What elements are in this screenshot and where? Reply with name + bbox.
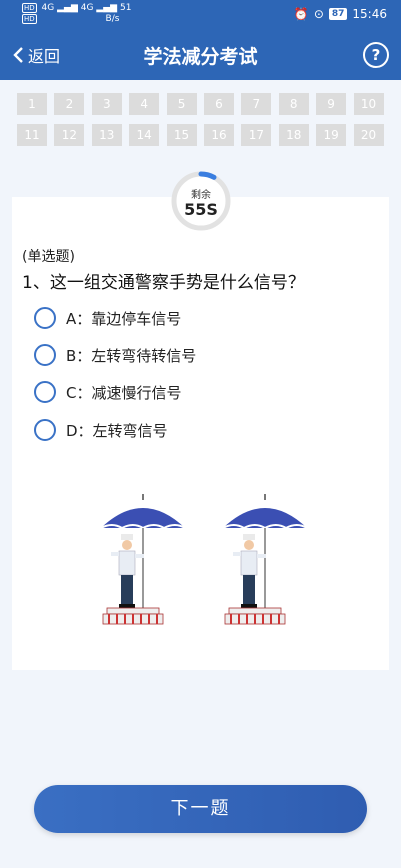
- question-number-19[interactable]: 19: [316, 124, 347, 146]
- network-1: 4G: [41, 3, 55, 13]
- signal-indicators: HD 4G ▂▄▆ 4G ▂▄▆ 51 HD B/s: [22, 3, 131, 25]
- status-bar: HD 4G ▂▄▆ 4G ▂▄▆ 51 HD B/s ⏰ ⊙ 87 15:46: [0, 0, 401, 30]
- question-text: 1、这一组交通警察手势是什么信号？: [22, 273, 305, 293]
- hd-icon: HD: [22, 3, 37, 13]
- question-number-13[interactable]: 13: [91, 124, 122, 146]
- network-2: 4G: [80, 3, 94, 13]
- countdown-timer: 剩余 55S: [170, 170, 232, 232]
- page-title: 学法减分考试: [143, 46, 258, 68]
- question-number-12[interactable]: 12: [54, 124, 85, 146]
- option-c-label: C：减速慢行信号: [66, 383, 182, 402]
- question-number-8[interactable]: 8: [278, 93, 309, 115]
- question-number-10[interactable]: 10: [353, 93, 384, 115]
- alarm-icon: ⏰: [293, 7, 309, 21]
- question-number-9[interactable]: 9: [316, 93, 347, 115]
- option-a[interactable]: A：靠边停车信号: [34, 307, 181, 329]
- nav-bar: 返回 学法减分考试 ?: [0, 30, 401, 80]
- option-d-label: D：左转弯信号: [66, 421, 168, 440]
- radio-icon[interactable]: [34, 381, 56, 403]
- help-icon: ?: [371, 46, 381, 64]
- question-number-7[interactable]: 7: [241, 93, 272, 115]
- clock: 15:46: [352, 7, 387, 21]
- option-c[interactable]: C：减速慢行信号: [34, 381, 181, 403]
- question-number-16[interactable]: 16: [203, 124, 234, 146]
- question-number-20[interactable]: 20: [353, 124, 384, 146]
- question-number-18[interactable]: 18: [278, 124, 309, 146]
- question-number-grid: 1 2 3 4 5 6 7 8 9 10 11 12 13 14 15 16 17 18 19 20: [17, 93, 387, 146]
- question-number-14[interactable]: 14: [129, 124, 160, 146]
- option-b[interactable]: B：左转弯待转信号: [34, 344, 196, 366]
- question-number-17[interactable]: 17: [241, 124, 272, 146]
- question-number-3[interactable]: 3: [91, 93, 122, 115]
- radio-icon[interactable]: [34, 419, 56, 441]
- timer-value: 55S: [184, 200, 218, 219]
- signal-bars-icon: ▂▄▆: [57, 3, 78, 13]
- radio-icon[interactable]: [34, 344, 56, 366]
- question-number-1[interactable]: 1: [17, 93, 47, 115]
- battery-level: 87: [328, 8, 348, 20]
- timer-label: 剩余: [191, 190, 211, 201]
- option-a-label: A：靠边停车信号: [66, 309, 182, 328]
- question-number-6[interactable]: 6: [203, 93, 234, 115]
- next-question-button[interactable]: 下一题: [34, 785, 367, 833]
- traffic-police-gesture-image: [100, 493, 308, 625]
- hd-icon: HD: [22, 14, 37, 24]
- help-button[interactable]: ?: [363, 42, 389, 68]
- network-speed-value: 51: [119, 3, 132, 13]
- question-number-11[interactable]: 11: [17, 124, 47, 146]
- question-number-5[interactable]: 5: [166, 93, 197, 115]
- network-speed-unit: B/s: [105, 14, 120, 24]
- question-type: (单选题): [22, 249, 75, 265]
- option-d[interactable]: D：左转弯信号: [34, 419, 168, 441]
- location-icon: ⊙: [313, 7, 324, 21]
- question-number-15[interactable]: 15: [166, 124, 197, 146]
- question-number-2[interactable]: 2: [54, 93, 85, 115]
- radio-icon[interactable]: [34, 307, 56, 329]
- option-b-label: B：左转弯待转信号: [66, 346, 197, 365]
- signal-bars-icon: ▂▄▆: [96, 3, 118, 13]
- question-number-4[interactable]: 4: [129, 93, 160, 115]
